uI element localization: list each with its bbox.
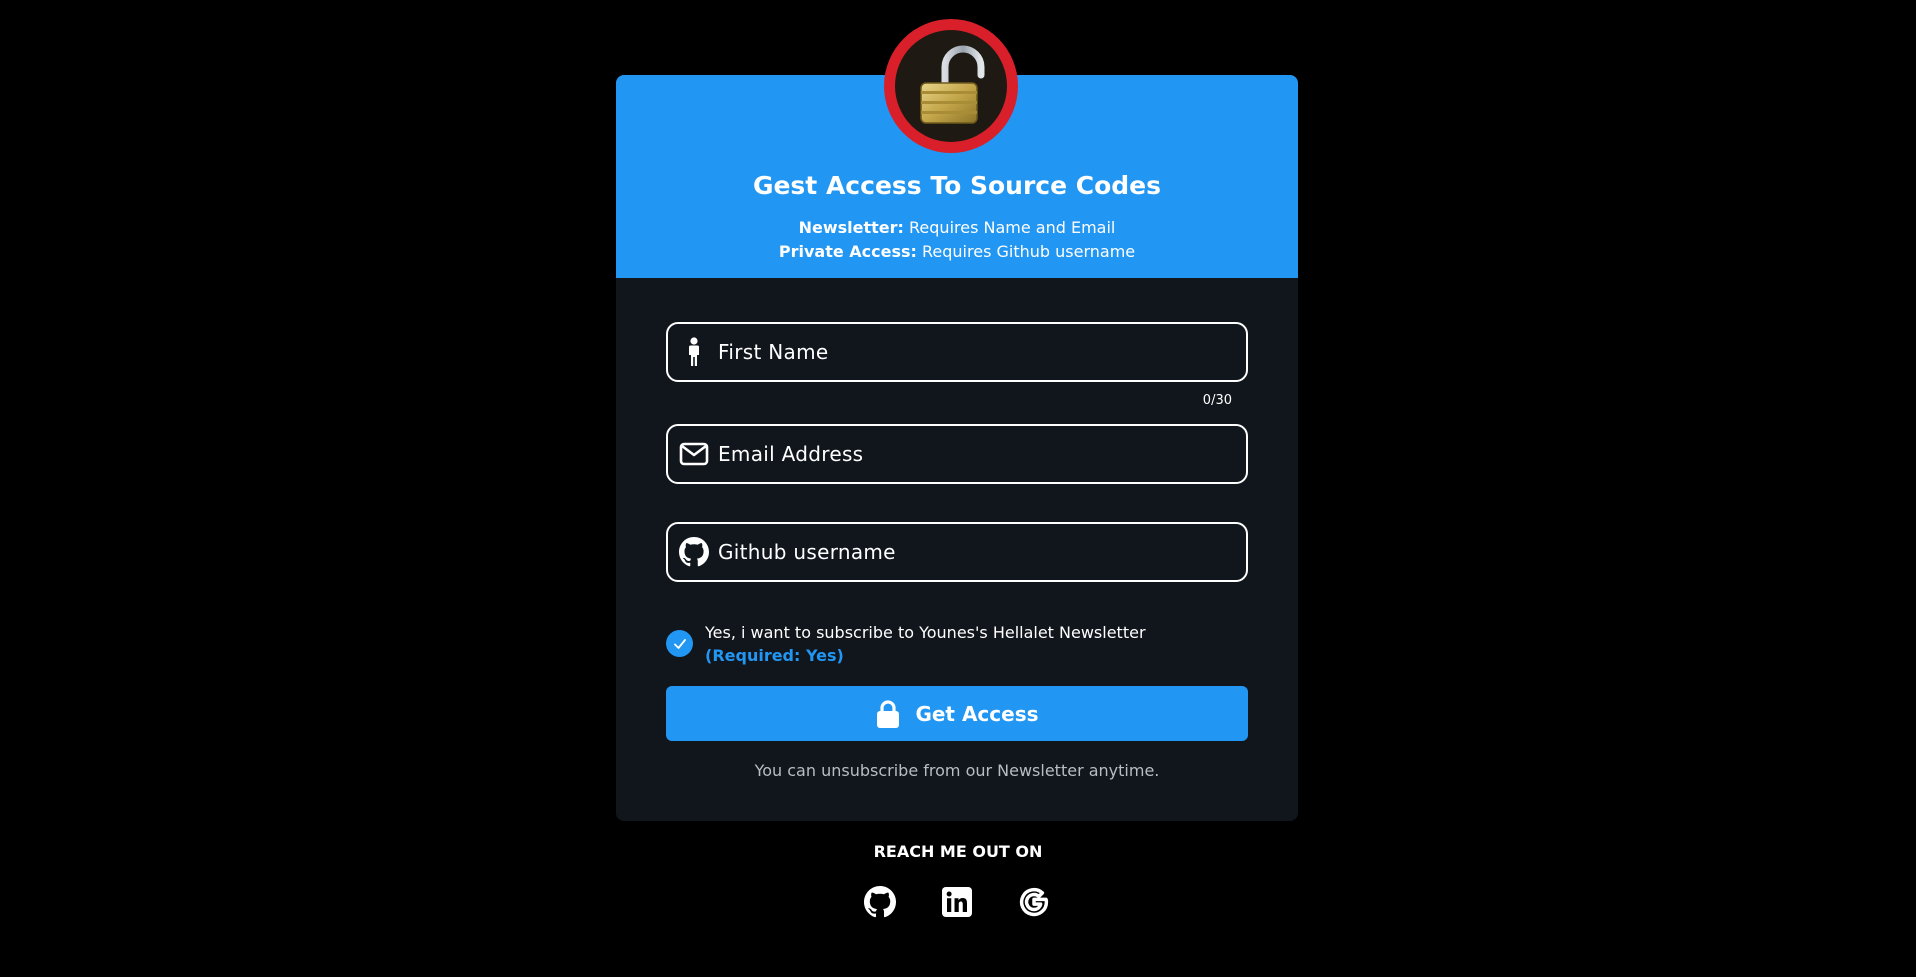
subscribe-checkbox[interactable]	[666, 630, 693, 657]
newsletter-text: Requires Name and Email	[909, 218, 1116, 237]
first-name-input[interactable]	[714, 325, 1246, 379]
newsletter-requirement: Newsletter: Requires Name and Email	[616, 218, 1298, 237]
unsubscribe-note: You can unsubscribe from our Newsletter …	[754, 761, 1160, 780]
google-link[interactable]	[1016, 884, 1052, 920]
email-input[interactable]	[714, 427, 1246, 481]
github-username-input[interactable]	[714, 525, 1246, 579]
open-padlock-icon	[895, 30, 1007, 142]
get-access-button[interactable]: Get Access	[666, 686, 1248, 741]
page: Gest Access To Source Codes Newsletter: …	[0, 0, 1916, 977]
get-access-label: Get Access	[915, 701, 1039, 726]
newsletter-label: Newsletter:	[798, 218, 904, 237]
social-links	[862, 884, 1052, 920]
envelope-icon	[674, 426, 714, 482]
lock-icon	[877, 699, 900, 728]
linkedin-link[interactable]	[939, 884, 975, 920]
card-title: Gest Access To Source Codes	[752, 171, 1162, 200]
github-link[interactable]	[862, 884, 898, 920]
private-access-requirement: Private Access: Requires Github username	[616, 242, 1298, 261]
reach-me-heading: REACH ME OUT ON	[873, 842, 1043, 861]
checkmark-icon	[673, 638, 686, 649]
subscribe-required-note: (Required: Yes)	[705, 646, 844, 665]
subscribe-label[interactable]: Yes, i want to subscribe to Younes's Hel…	[705, 621, 1245, 644]
linkedin-icon	[942, 887, 972, 917]
lock-badge	[884, 19, 1018, 153]
google-icon	[1019, 887, 1049, 917]
private-access-text: Requires Github username	[922, 242, 1136, 261]
first-name-char-counter: 0/30	[1202, 393, 1232, 408]
access-card: Gest Access To Source Codes Newsletter: …	[616, 75, 1298, 821]
github-icon	[674, 524, 714, 580]
email-field[interactable]	[666, 424, 1248, 484]
person-icon	[674, 324, 714, 380]
first-name-field[interactable]	[666, 322, 1248, 382]
private-access-label: Private Access:	[778, 242, 917, 261]
github-username-field[interactable]	[666, 522, 1248, 582]
github-icon	[864, 886, 896, 918]
